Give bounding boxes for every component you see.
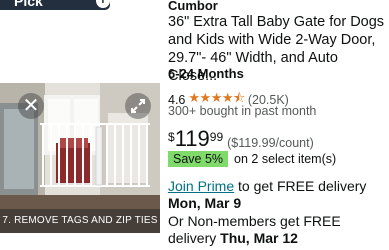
brand-name[interactable]: Cumbor — [168, 0, 218, 14]
expand-icon[interactable] — [125, 93, 151, 119]
price: $ 119 99 ($119.99/count) — [168, 126, 314, 152]
info-icon[interactable]: i — [95, 0, 110, 8]
save-text: on 2 select item(s) — [234, 152, 337, 166]
prime-delivery-date: Mon, Mar 9 — [168, 195, 242, 211]
save-badge: Save 5% — [168, 151, 229, 167]
price-symbol: $ — [168, 130, 175, 144]
size-option: 6-24 Months — [168, 66, 244, 81]
join-prime-link[interactable]: Join Prime — [168, 178, 234, 194]
product-image[interactable]: ✕ 7. REMOVE TAGS AND ZIP TIES — [0, 83, 160, 233]
image-caption: 7. REMOVE TAGS AND ZIP TIES — [0, 209, 160, 233]
bought-count: 300+ bought in past month — [168, 104, 317, 118]
coupon-row[interactable]: Save 5% on 2 select item(s) — [168, 151, 336, 167]
price-whole: 119 — [174, 126, 210, 151]
close-icon[interactable]: ✕ — [18, 93, 44, 119]
prime-delivery-text: to get FREE delivery — [234, 178, 367, 194]
nonmember-delivery-date: Thu, Mar 12 — [220, 230, 298, 246]
overall-pick-badge: Overall Pick i — [0, 0, 110, 10]
price-fraction: 99 — [209, 130, 224, 144]
nonmember-delivery: Or Non-members get FREE delivery Thu, Ma… — [168, 213, 389, 247]
badge-label: Overall Pick — [14, 0, 43, 9]
unit-price: ($119.99/count) — [227, 136, 314, 150]
prime-delivery: Join Prime to get FREE delivery Mon, Mar… — [168, 178, 389, 212]
